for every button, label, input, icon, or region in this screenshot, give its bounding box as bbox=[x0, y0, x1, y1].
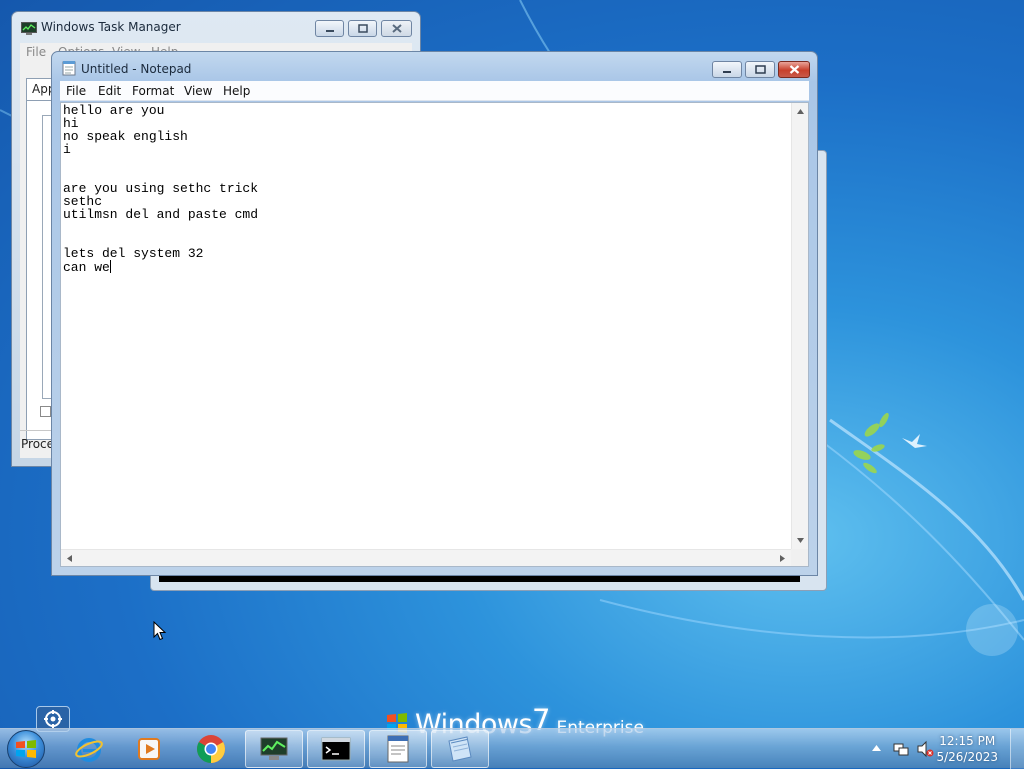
close-icon bbox=[789, 65, 799, 74]
taskbar-task-manager[interactable] bbox=[245, 730, 303, 768]
scroll-up-icon bbox=[797, 109, 804, 114]
notepad-menu-edit[interactable]: Edit bbox=[98, 84, 121, 98]
notepad-icon bbox=[62, 61, 76, 76]
media-player-icon bbox=[138, 738, 160, 760]
leaves-art bbox=[853, 412, 889, 474]
command-prompt-icon bbox=[321, 737, 351, 761]
taskbar-command-prompt[interactable] bbox=[307, 730, 365, 768]
taskbar-chrome[interactable] bbox=[182, 730, 240, 768]
notepad-text: hello are you hi no speak english i are … bbox=[63, 104, 259, 275]
scroll-right-icon bbox=[780, 555, 785, 562]
notepad-minimize-button[interactable] bbox=[712, 61, 742, 78]
scroll-left-button[interactable] bbox=[61, 550, 78, 567]
task-manager-title: Windows Task Manager bbox=[41, 20, 181, 34]
taskbar-media-player[interactable] bbox=[120, 730, 178, 768]
taskbar-internet-explorer[interactable] bbox=[60, 730, 118, 768]
task-manager-icon bbox=[260, 737, 288, 760]
windows-logo-icon bbox=[16, 740, 36, 758]
task-manager-menu-file[interactable]: File bbox=[26, 45, 46, 59]
minimize-icon bbox=[723, 70, 731, 73]
bird-art bbox=[902, 434, 927, 448]
notepad-text-area[interactable]: hello are you hi no speak english i are … bbox=[60, 102, 809, 567]
start-button[interactable] bbox=[7, 730, 45, 768]
chrome-icon bbox=[197, 735, 225, 763]
horizontal-scrollbar[interactable] bbox=[61, 549, 791, 566]
vertical-scrollbar[interactable] bbox=[791, 103, 808, 549]
notepad-file-icon bbox=[387, 735, 409, 763]
clock-time: 12:15 PM bbox=[939, 734, 996, 748]
notepad-menu-format[interactable]: Format bbox=[132, 84, 174, 98]
notepad-maximize-button[interactable] bbox=[745, 61, 775, 78]
notepad-menubar: File Edit Format View Help bbox=[60, 81, 809, 101]
network-icon[interactable] bbox=[892, 740, 910, 758]
scroll-up-button[interactable] bbox=[792, 103, 809, 120]
volume-muted-icon[interactable] bbox=[916, 740, 934, 758]
scrollbar-corner bbox=[791, 549, 808, 566]
minimize-icon bbox=[325, 29, 334, 32]
notepad-window[interactable]: Untitled - Notepad File Edit Format View… bbox=[51, 51, 818, 576]
show-hidden-icons-icon[interactable] bbox=[872, 745, 881, 751]
notepad-titlebar[interactable]: Untitled - Notepad bbox=[52, 52, 817, 82]
clock-date: 5/26/2023 bbox=[936, 750, 998, 764]
task-manager-maximize-button[interactable] bbox=[348, 20, 377, 37]
scroll-down-button[interactable] bbox=[792, 532, 809, 549]
task-manager-icon bbox=[21, 22, 37, 35]
notepad-icon bbox=[448, 736, 472, 762]
gadget-icon bbox=[44, 710, 62, 728]
notepad-title: Untitled - Notepad bbox=[81, 62, 192, 76]
notepad-menu-help[interactable]: Help bbox=[223, 84, 250, 98]
task-manager-checkbox[interactable] bbox=[40, 406, 51, 417]
task-manager-minimize-button[interactable] bbox=[315, 20, 344, 37]
close-icon bbox=[391, 24, 402, 33]
notepad-close-button[interactable] bbox=[778, 61, 810, 78]
internet-explorer-icon bbox=[75, 738, 103, 762]
scroll-down-icon bbox=[797, 538, 804, 543]
task-manager-titlebar[interactable]: Windows Task Manager bbox=[12, 12, 420, 42]
taskbar-notepad[interactable] bbox=[431, 730, 489, 768]
notepad-menu-view[interactable]: View bbox=[184, 84, 212, 98]
notepad-text-content[interactable]: hello are you hi no speak english i are … bbox=[63, 104, 788, 546]
maximize-icon bbox=[754, 65, 766, 74]
task-manager-close-button[interactable] bbox=[381, 20, 412, 37]
system-tray: 12:15 PM 5/26/2023 bbox=[864, 729, 1024, 769]
scroll-right-button[interactable] bbox=[774, 550, 791, 567]
taskbar: 12:15 PM 5/26/2023 bbox=[0, 728, 1024, 769]
taskbar-notepad-running[interactable] bbox=[369, 730, 427, 768]
notepad-menu-file[interactable]: File bbox=[66, 84, 86, 98]
text-caret bbox=[109, 260, 111, 273]
show-desktop-button[interactable] bbox=[1010, 729, 1024, 769]
mouse-pointer-icon bbox=[153, 621, 167, 641]
scroll-left-icon bbox=[67, 555, 72, 562]
clock[interactable]: 12:15 PM 5/26/2023 bbox=[936, 733, 998, 765]
maximize-icon bbox=[357, 24, 368, 33]
